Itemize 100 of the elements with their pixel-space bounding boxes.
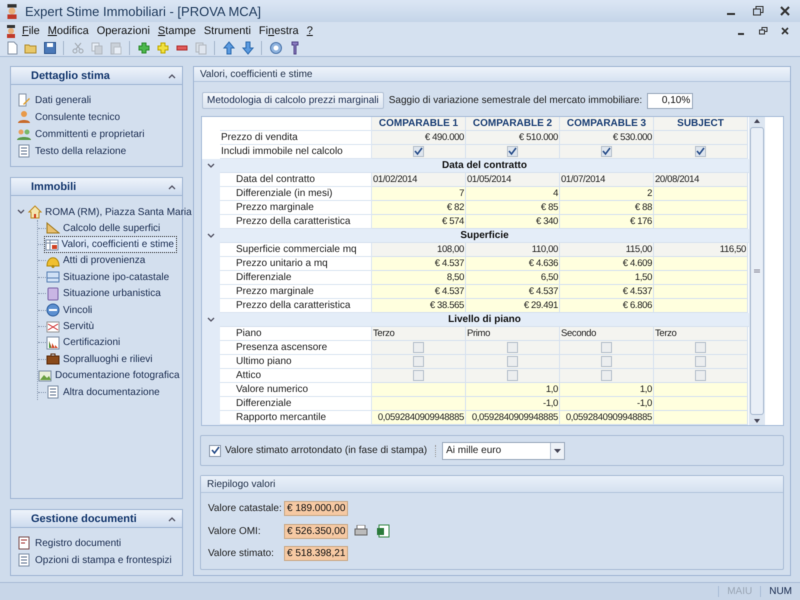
table-checkbox[interactable]	[413, 342, 424, 354]
table-cell: 7	[372, 187, 466, 202]
person-icon	[17, 110, 31, 124]
menu-item[interactable]: Stampe	[154, 24, 200, 36]
table-cell: 8,50	[372, 271, 466, 286]
tree-item[interactable]: Calcolo delle superfici	[46, 220, 162, 236]
table-checkbox[interactable]	[601, 370, 612, 382]
tree-item[interactable]: Situazione ipo-catastale	[46, 270, 172, 285]
scroll-down-icon[interactable]	[753, 417, 761, 426]
table-checkbox[interactable]	[695, 342, 706, 354]
menu-item[interactable]: Operazioni	[92, 24, 154, 36]
row-label: Differenziale	[220, 271, 372, 286]
chevron-icon[interactable]	[207, 163, 215, 170]
method-button[interactable]: Metodologia di calcolo prezzi marginali	[202, 92, 384, 110]
toolbar-button[interactable]	[239, 40, 256, 56]
tree-item[interactable]: Situazione urbanistica	[46, 286, 163, 302]
tree-item[interactable]: Vincoli	[46, 302, 94, 318]
table-cell: € 340	[466, 215, 560, 230]
table-cell: € 29.491	[466, 299, 560, 314]
grip-icon[interactable]	[754, 269, 760, 274]
table-checkbox[interactable]	[601, 342, 612, 354]
table-cell: 4	[466, 187, 560, 202]
copy-icon	[90, 40, 104, 54]
table-cell: € 4.636	[466, 257, 560, 272]
table-checkbox[interactable]	[601, 146, 612, 158]
tree-item[interactable]: Servitù	[46, 319, 96, 334]
table-checkbox[interactable]	[695, 370, 706, 382]
panel-title: Dettaglio stima	[31, 70, 110, 82]
panel-title: Gestione documenti	[31, 512, 137, 524]
menu-item[interactable]: Finestra	[254, 24, 303, 36]
table-checkbox[interactable]	[507, 146, 518, 158]
tree-item[interactable]: Altra documentazione	[46, 384, 162, 400]
table-checkbox[interactable]	[413, 146, 424, 158]
tree-item[interactable]: ROMA (RM), Piazza Santa Maria	[28, 204, 194, 220]
chevron-icon[interactable]	[168, 184, 176, 190]
photo-icon	[38, 368, 52, 383]
rate-field[interactable]: 0,10%	[647, 92, 694, 109]
menu-item[interactable]: Strumenti	[200, 24, 255, 36]
table-cell: Terzo	[372, 327, 466, 342]
table-cell: € 88	[560, 201, 654, 216]
tree-item[interactable]: Valori, coefficienti e stime	[44, 237, 176, 252]
menu-item[interactable]: ?	[302, 24, 317, 36]
dropdown-caret-icon[interactable]	[554, 448, 562, 453]
toolbar-button[interactable]	[267, 40, 284, 56]
table-cell: € 4.537	[466, 285, 560, 300]
chevron-icon[interactable]	[168, 72, 176, 78]
table-cell: 1,0	[560, 383, 654, 398]
column-header: SUBJECT	[654, 117, 748, 132]
table-checkbox[interactable]	[695, 356, 706, 368]
chevron-icon[interactable]	[17, 208, 25, 214]
row-label: Attico	[220, 369, 372, 384]
table-checkbox[interactable]	[507, 342, 518, 354]
chevron-icon[interactable]	[207, 317, 215, 324]
value-field[interactable]: € 189.000,00	[284, 501, 348, 516]
table-checkbox[interactable]	[507, 356, 518, 368]
sidebar-item[interactable]: Registro documenti	[17, 536, 176, 550]
table-cell: 01/07/2014	[560, 173, 654, 188]
sidebar-item[interactable]: Opzioni di stampa e frontespizi	[17, 553, 176, 567]
sidebar-item[interactable]: Testo della relazione	[17, 144, 176, 158]
chevron-icon[interactable]	[168, 516, 176, 522]
table-cell: 0,0592840909948885	[372, 411, 466, 426]
chevron-icon[interactable]	[207, 233, 215, 240]
toolbar-button[interactable]	[41, 40, 58, 56]
house-icon	[28, 205, 42, 219]
tree-item[interactable]: Certificazioni	[46, 335, 122, 350]
tree-item[interactable]: Sopralluoghi e rilievi	[46, 352, 154, 367]
rounding-select[interactable]: Ai mille euro	[442, 442, 566, 460]
toolbar-button[interactable]	[220, 40, 237, 56]
row-label: Ultimo piano	[220, 355, 372, 370]
sidebar-item[interactable]: Consulente tecnico	[17, 110, 176, 124]
table-cell: 01/02/2014	[372, 173, 466, 188]
column-header: COMPARABLE 2	[466, 117, 560, 132]
menu-item[interactable]: File	[18, 24, 44, 36]
menu-item[interactable]: Modifica	[44, 24, 93, 36]
tree-item[interactable]: Documentazione fotografica	[38, 368, 182, 384]
sidebar-item[interactable]: Committenti e proprietari	[17, 127, 176, 141]
value-field[interactable]: € 526.350,00	[284, 524, 348, 538]
table-checkbox[interactable]	[413, 356, 424, 368]
table-checkbox[interactable]	[507, 370, 518, 382]
restore-icon[interactable]	[758, 26, 768, 34]
book-icon	[46, 286, 60, 301]
table-icon	[44, 238, 59, 252]
restore-icon[interactable]	[752, 6, 764, 16]
sidebar-item[interactable]: Dati generali	[17, 93, 176, 107]
table-checkbox[interactable]	[413, 370, 424, 382]
section-title: Valori, coefficienti e stime	[194, 67, 790, 82]
table-cell: € 38.565	[372, 299, 466, 314]
table-cell: Terzo	[654, 327, 748, 342]
scrollbar[interactable]	[749, 117, 765, 426]
tree-item[interactable]: Atti di provenienza	[46, 253, 148, 268]
close-icon[interactable]	[780, 6, 790, 16]
close-icon[interactable]	[781, 26, 789, 34]
scroll-up-icon[interactable]	[753, 117, 761, 126]
row-label: Prezzo unitario a mq	[220, 257, 372, 272]
field-label: Valore OMI:	[208, 526, 262, 536]
row-label: Presenza ascensore	[220, 341, 372, 356]
table-checkbox[interactable]	[695, 146, 706, 158]
rounding-checkbox[interactable]: Valore stimato arrotondato (in fase di stampa)	[209, 444, 436, 457]
value-field[interactable]: € 518.398,21	[284, 546, 348, 561]
table-checkbox[interactable]	[601, 356, 612, 368]
